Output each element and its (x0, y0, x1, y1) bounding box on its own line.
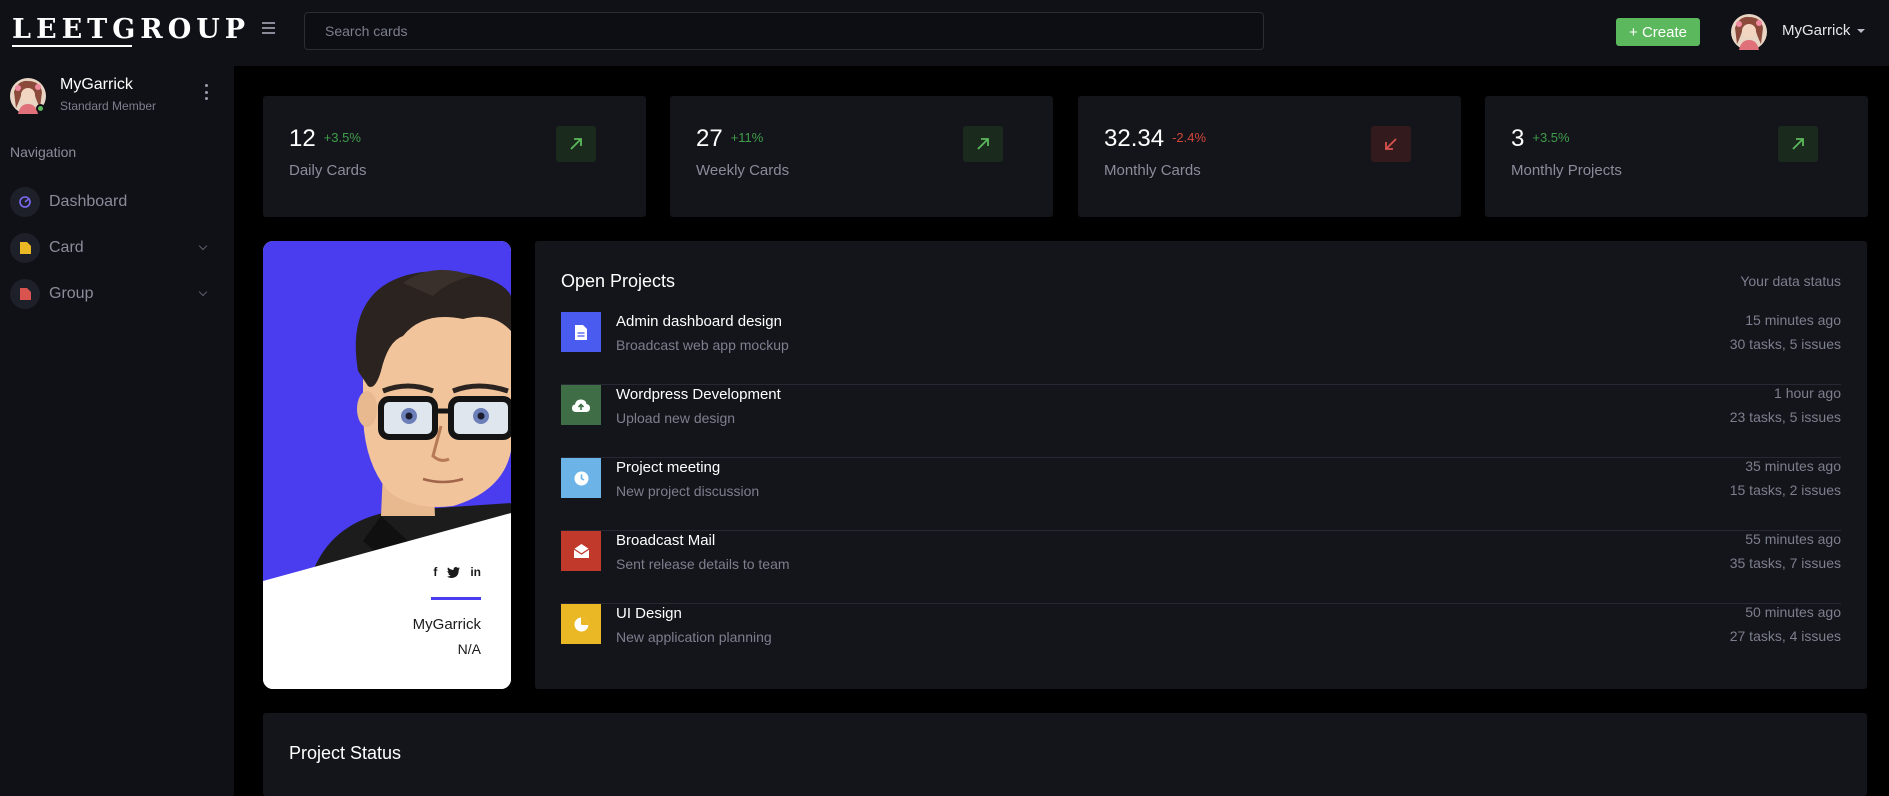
top-bar: LEETGROUP + Create MyGarrick (0, 0, 1889, 66)
document-icon (561, 312, 601, 352)
project-name: Admin dashboard design (616, 313, 782, 330)
sidebar-item-label: Card (49, 239, 84, 256)
user-menu-label: MyGarrick (1782, 22, 1851, 39)
logo-underline (12, 45, 132, 47)
sidebar-item-dashboard[interactable]: Dashboard (10, 186, 206, 218)
project-row[interactable]: UI Design New application planning 50 mi… (561, 604, 1841, 677)
profile-subtitle: N/A (457, 641, 481, 657)
panel-title: Project Status (289, 743, 402, 763)
project-name: Wordpress Development (616, 386, 781, 403)
dashboard-icon (10, 187, 40, 217)
project-desc: Broadcast web app mockup (616, 337, 789, 353)
pie-chart-icon (561, 604, 601, 644)
stat-value-wrap: 32.34 -2.4% (1104, 125, 1206, 153)
profile-divider (431, 597, 481, 600)
arrow-up-right-icon (963, 126, 1003, 162)
project-time: 35 minutes ago (1745, 458, 1841, 474)
project-desc: Upload new design (616, 410, 736, 426)
logo[interactable]: LEETGROUP (12, 14, 250, 45)
project-name: UI Design (616, 605, 682, 622)
group-icon (10, 279, 40, 309)
project-row[interactable]: Broadcast Mail Sent release details to t… (561, 531, 1841, 604)
project-name: Broadcast Mail (616, 532, 716, 549)
project-tasks: 15 tasks, 2 issues (1729, 482, 1841, 498)
user-menu[interactable]: MyGarrick (1782, 22, 1866, 39)
project-name: Project meeting (616, 459, 721, 476)
project-tasks: 27 tasks, 4 issues (1729, 628, 1841, 644)
panel-title: Open Projects (561, 271, 676, 291)
project-time: 50 minutes ago (1745, 604, 1841, 620)
stat-card-projects: 3 +3.5% Monthly Projects (1485, 96, 1868, 217)
sidebar-item-label: Group (49, 285, 94, 302)
stat-value-wrap: 12 +3.5% (289, 125, 361, 153)
stat-label: Weekly Cards (696, 162, 790, 179)
stat-value: 3 (1511, 125, 1525, 152)
chevron-down-icon (1857, 28, 1866, 33)
search-input[interactable] (304, 12, 1264, 50)
stat-value-wrap: 3 +3.5% (1511, 125, 1570, 153)
more-options-icon[interactable] (200, 84, 212, 100)
project-tasks: 35 tasks, 7 issues (1729, 555, 1841, 571)
sidebar-user-name: MyGarrick (60, 76, 133, 93)
chevron-down-icon (198, 241, 208, 251)
project-time: 1 hour ago (1774, 385, 1841, 401)
sidebar-user-role: Standard Member (60, 99, 157, 113)
panel-status-label: Your data status (1740, 273, 1841, 289)
stat-value: 27 (696, 125, 723, 152)
open-projects-panel: Open Projects Your data status Admin das… (535, 241, 1867, 689)
stat-value-wrap: 27 +11% (696, 125, 763, 153)
online-status-dot (36, 104, 45, 113)
sidebar-item-card[interactable]: Card (10, 232, 208, 264)
menu-toggle-icon[interactable] (262, 22, 275, 34)
stat-card-monthly: 32.34 -2.4% Monthly Cards (1078, 96, 1461, 217)
arrow-up-right-icon (1778, 126, 1818, 162)
chevron-down-icon (198, 287, 208, 297)
project-time: 55 minutes ago (1745, 531, 1841, 547)
nav-section-title: Navigation (10, 144, 77, 160)
profile-name: MyGarrick (412, 616, 481, 633)
project-tasks: 30 tasks, 5 issues (1729, 336, 1841, 352)
project-row[interactable]: Wordpress Development Upload new design … (561, 385, 1841, 458)
stat-change: -2.4% (1172, 130, 1207, 145)
project-desc: New project discussion (616, 483, 760, 499)
clock-icon (561, 458, 601, 498)
stat-change: +11% (730, 130, 764, 145)
mail-icon (561, 531, 601, 571)
stat-label: Monthly Projects (1511, 162, 1622, 179)
project-row[interactable]: Project meeting New project discussion 3… (561, 458, 1841, 531)
arrow-down-left-icon (1371, 126, 1411, 162)
avatar[interactable] (1731, 14, 1767, 50)
stat-value: 32.34 (1104, 125, 1165, 152)
social-links: f in (433, 565, 481, 579)
project-desc: New application planning (616, 629, 772, 645)
project-desc: Sent release details to team (616, 556, 790, 572)
stat-card-weekly: 27 +11% Weekly Cards (670, 96, 1053, 217)
stat-label: Daily Cards (289, 162, 367, 179)
stat-change: +3.5% (1532, 130, 1570, 145)
cloud-upload-icon (561, 385, 601, 425)
stat-card-daily: 12 +3.5% Daily Cards (263, 96, 646, 217)
linkedin-icon[interactable]: in (470, 565, 481, 579)
sidebar-item-label: Dashboard (49, 193, 128, 210)
card-icon (10, 233, 40, 263)
arrow-up-right-icon (556, 126, 596, 162)
profile-card: f in MyGarrick N/A (263, 241, 511, 689)
project-status-panel: Project Status (263, 713, 1867, 796)
sidebar: MyGarrick Standard Member Navigation Das… (0, 66, 234, 796)
stat-change: +3.5% (323, 130, 361, 145)
stat-value: 12 (289, 125, 316, 152)
facebook-icon[interactable]: f (433, 565, 437, 579)
create-button[interactable]: + Create (1616, 18, 1700, 46)
project-time: 15 minutes ago (1745, 312, 1841, 328)
stat-label: Monthly Cards (1104, 162, 1201, 179)
project-tasks: 23 tasks, 5 issues (1729, 409, 1841, 425)
project-row[interactable]: Admin dashboard design Broadcast web app… (561, 312, 1841, 385)
twitter-icon[interactable] (447, 566, 461, 578)
sidebar-item-group[interactable]: Group (10, 278, 208, 310)
